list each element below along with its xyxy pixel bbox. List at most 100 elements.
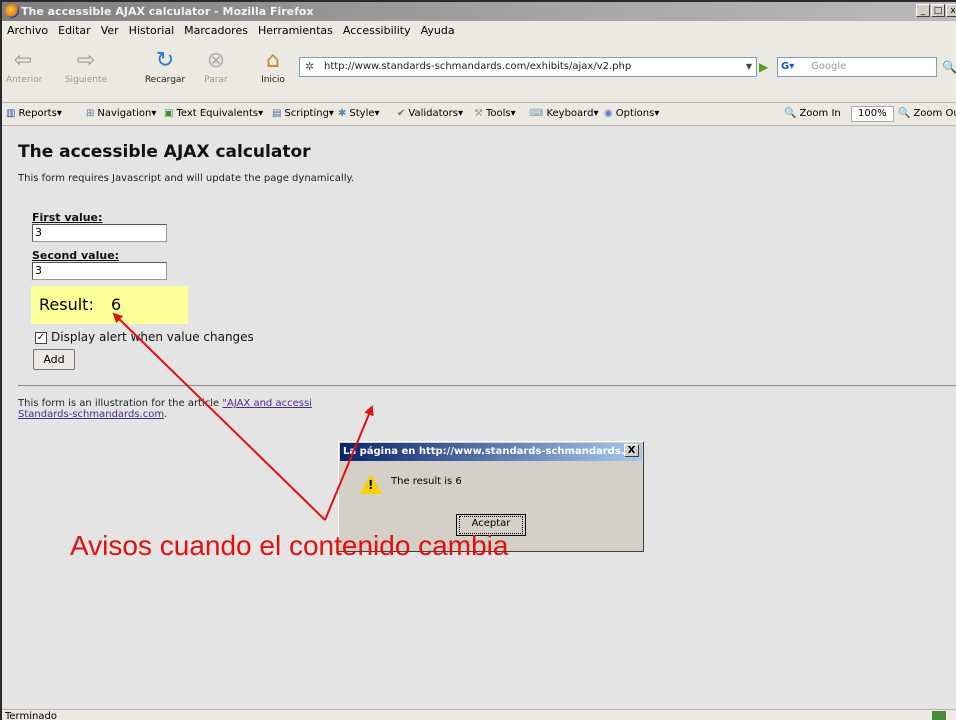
toolbar-navigation[interactable]: ⊞ Navigation▾	[86, 103, 156, 125]
window-title: The accessible AJAX calculator - Mozilla…	[21, 5, 314, 18]
menu-bar: Archivo Editar Ver Historial Marcadores Herra…	[2, 21, 956, 40]
stop-button[interactable]: ⊗ Parar	[200, 47, 232, 85]
google-engine-icon[interactable]: G▾	[781, 58, 794, 76]
style-label: Style	[349, 108, 375, 119]
reports-label: Reports	[18, 108, 57, 119]
forward-label: Siguiente	[64, 75, 108, 85]
page-description: This form requires Javascript and will u…	[18, 173, 355, 184]
toolbar-reports[interactable]: ▥ Reports▾	[6, 103, 62, 125]
toolbar-keyboard[interactable]: ⌨ Keyboard▾	[529, 103, 598, 125]
navigation-icon: ⊞	[86, 108, 95, 119]
tools-label: Tools	[485, 108, 511, 119]
menu-ver[interactable]: Ver	[97, 21, 123, 40]
toolbar-options[interactable]: ◉ Options▾	[604, 103, 659, 125]
annotation-caption: Avisos cuando el contenido cambia	[70, 530, 509, 561]
zoom-out-label: Zoom Ou	[913, 108, 956, 119]
dialog-title: La página en http://www.standards-schman…	[343, 446, 636, 457]
script-icon: ▤	[272, 108, 282, 119]
home-icon: ⌂	[266, 48, 280, 73]
reload-label: Recargar	[144, 75, 186, 85]
result-box: Result: 6	[31, 286, 188, 324]
minimize-button[interactable]: _	[916, 4, 930, 17]
maximize-button[interactable]: □	[931, 4, 945, 17]
text-equivalents-label: Text Equivalents	[176, 108, 259, 119]
zoom-value: 100%	[851, 106, 894, 122]
divider	[18, 385, 956, 386]
scripting-label: Scripting	[284, 108, 329, 119]
stop-icon: ⊗	[206, 48, 226, 73]
options-label: Options	[615, 108, 655, 119]
dialog-message: The result is 6	[391, 476, 462, 487]
toolbar-validators[interactable]: ✔ Validators▾	[397, 103, 463, 125]
back-button[interactable]: ⇦ Anterior	[6, 47, 43, 85]
menu-marcadores[interactable]: Marcadores	[180, 21, 252, 40]
navigation-toolbar: ⇦ Anterior ⇨ Siguiente ↻ Recargar ⊗ Para…	[2, 40, 956, 103]
forward-arrow-icon: ⇨	[76, 48, 96, 73]
page-title: The accessible AJAX calculator	[18, 142, 311, 162]
dialog-title-bar: La página en http://www.standards-schman…	[340, 443, 642, 461]
go-button[interactable]: ▶	[759, 57, 768, 77]
add-button[interactable]: Add	[33, 349, 75, 370]
article-link[interactable]: "AJAX and accessi	[222, 398, 312, 409]
toolbar-scripting[interactable]: ▤ Scripting▾	[272, 103, 334, 125]
zoom-in-label: Zoom In	[799, 108, 841, 119]
menu-historial[interactable]: Historial	[125, 21, 178, 40]
wrench-icon: ⚒	[474, 108, 483, 119]
status-addon-icon[interactable]	[932, 711, 946, 720]
validators-label: Validators	[408, 108, 458, 119]
keyboard-label: Keyboard	[546, 108, 594, 119]
footer-suffix: .	[164, 409, 168, 420]
second-value-input[interactable]: 3	[32, 262, 167, 280]
back-arrow-icon: ⇦	[13, 48, 33, 73]
image-icon: ▣	[164, 108, 174, 119]
firefox-icon	[5, 4, 19, 18]
second-value-label: Second value:	[32, 249, 120, 262]
address-bar[interactable]: ✲ http://www.standards-schmandards.com/e…	[299, 57, 757, 77]
search-box[interactable]: G▾ Google	[777, 57, 937, 77]
options-icon: ◉	[604, 108, 613, 119]
status-text: Terminado	[5, 711, 57, 720]
display-alert-checkbox[interactable]: ✓	[35, 332, 47, 344]
forward-button[interactable]: ⇨ Siguiente	[64, 47, 108, 85]
home-button[interactable]: ⌂ Inicio	[256, 47, 290, 85]
url-dropdown-icon[interactable]: ▼	[746, 58, 752, 76]
navigation-label: Navigation	[97, 108, 152, 119]
keyboard-icon: ⌨	[529, 108, 544, 119]
checkmark-icon: ✔	[397, 108, 406, 119]
menu-ayuda[interactable]: Ayuda	[417, 21, 459, 40]
zoom-out-button[interactable]: 🔍 Zoom Ou	[898, 103, 956, 125]
zoom-in-button[interactable]: 🔍 Zoom In	[784, 103, 841, 125]
display-alert-label: Display alert when value changes	[51, 330, 254, 344]
reports-icon: ▥	[6, 108, 16, 119]
site-link[interactable]: Standards-schmandards.com	[18, 409, 164, 420]
stop-label: Parar	[204, 75, 228, 85]
first-value-label: First value:	[32, 211, 103, 224]
warning-exclamation-icon: !	[368, 478, 374, 492]
toolbar-tools[interactable]: ⚒ Tools▾	[474, 103, 516, 125]
zoom-in-icon: 🔍	[784, 108, 797, 119]
status-bar: Terminado	[2, 709, 956, 720]
screenshot-frame: The accessible AJAX calculator - Mozilla…	[0, 0, 956, 720]
search-icon[interactable]: 🔍	[942, 57, 956, 77]
menu-herramientas[interactable]: Herramientas	[254, 21, 337, 40]
page-content: The accessible AJAX calculator This form…	[2, 126, 956, 709]
footer-prefix: This form is an illustration for the art…	[18, 398, 223, 409]
reload-icon: ↻	[155, 48, 175, 73]
reload-button[interactable]: ↻ Recargar	[143, 47, 187, 85]
menu-accessibility[interactable]: Accessibility	[339, 21, 415, 40]
site-identity-icon: ✲	[305, 60, 315, 73]
close-window-button[interactable]: x	[946, 4, 956, 17]
menu-archivo[interactable]: Archivo	[3, 21, 52, 40]
dialog-close-button[interactable]: X	[624, 444, 639, 457]
toolbar-text-equivalents[interactable]: ▣ Text Equivalents▾	[164, 103, 263, 125]
first-value-input[interactable]: 3	[32, 224, 167, 242]
menu-editar[interactable]: Editar	[54, 21, 95, 40]
address-url: http://www.standards-schmandards.com/exh…	[324, 61, 632, 72]
result-label: Result:	[39, 295, 94, 314]
zoom-level: 100%	[848, 103, 897, 125]
toolbar-style[interactable]: ✱ Style▾	[338, 103, 380, 125]
browser-window: The accessible AJAX calculator - Mozilla…	[0, 0, 956, 720]
title-bar: The accessible AJAX calculator - Mozilla…	[2, 2, 956, 21]
style-icon: ✱	[338, 108, 347, 119]
back-label: Anterior	[6, 75, 43, 85]
